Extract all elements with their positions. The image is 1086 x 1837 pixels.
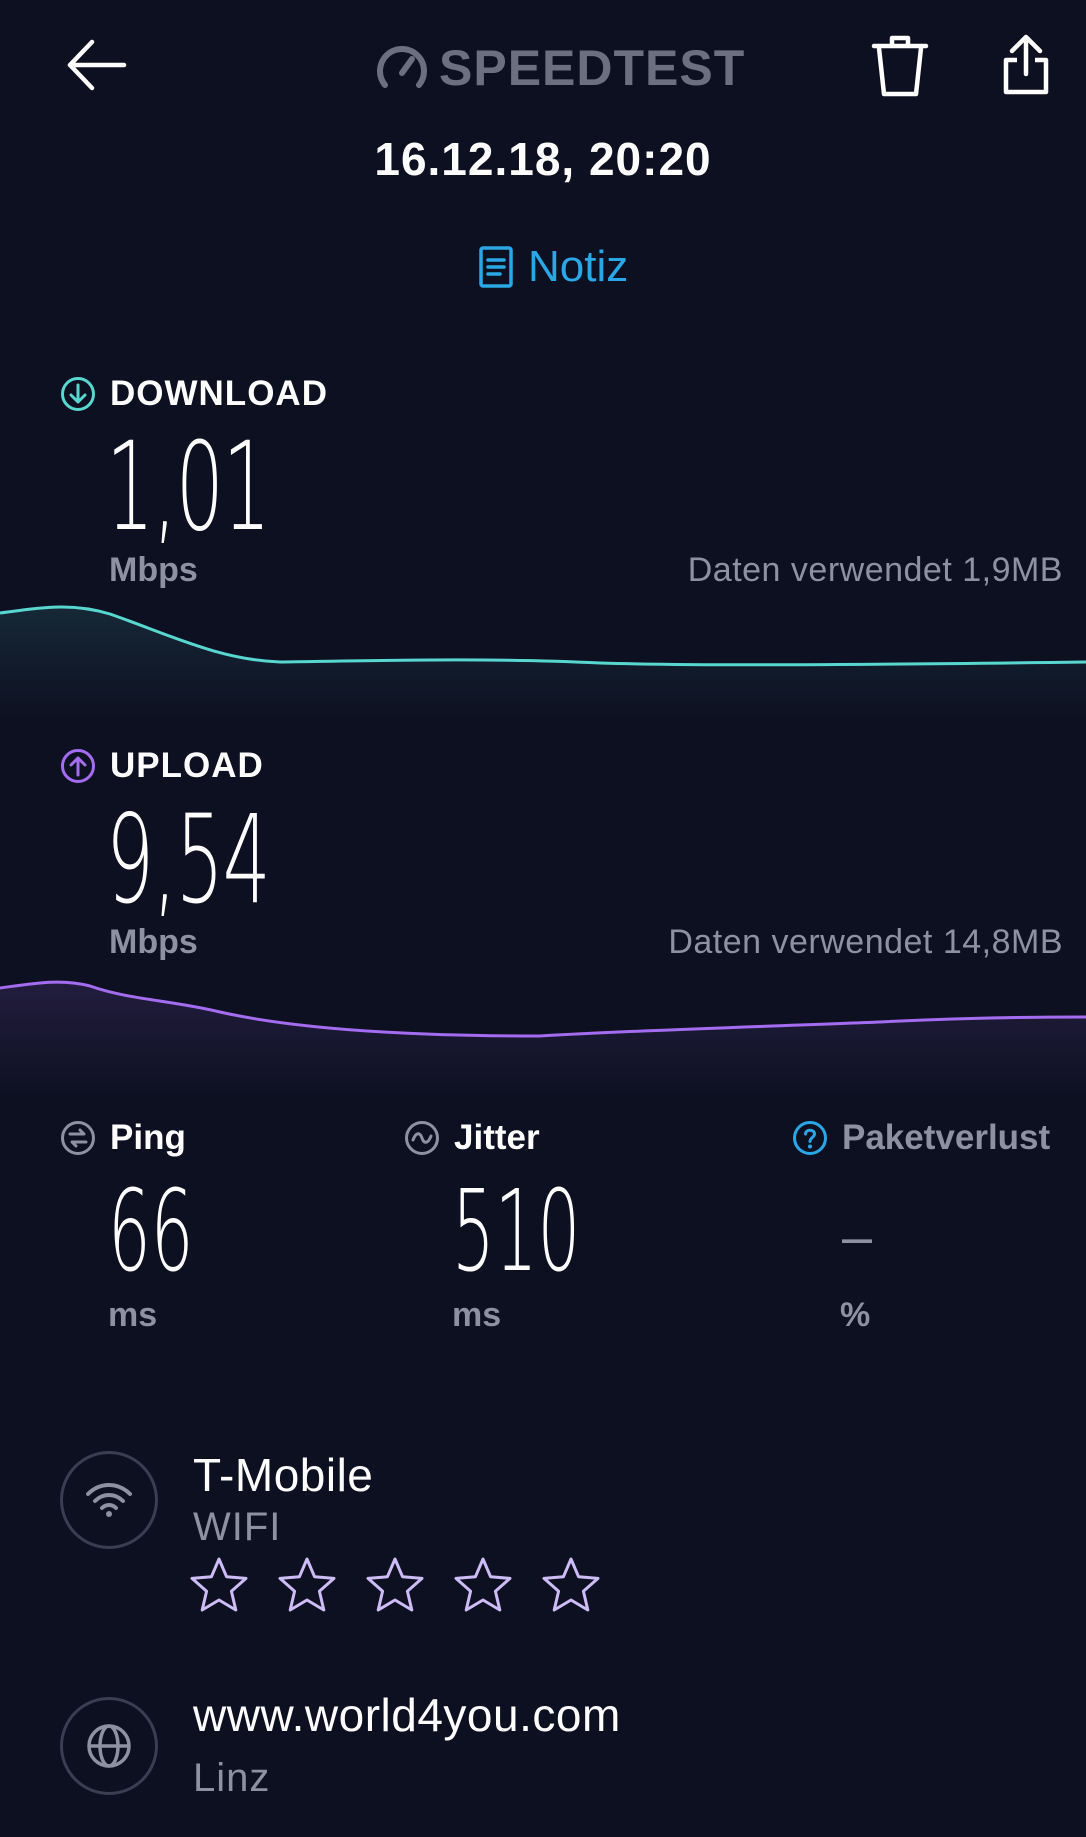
connection-type: WIFI [193, 1505, 282, 1549]
download-label: DOWNLOAD [110, 374, 328, 413]
note-icon [478, 245, 514, 289]
jitter-icon [404, 1120, 440, 1156]
star-icon[interactable] [452, 1555, 514, 1615]
wifi-icon [84, 1480, 134, 1520]
provider-name: T-Mobile [193, 1449, 374, 1501]
help-icon[interactable] [792, 1120, 828, 1156]
packet-loss-value: – [842, 1207, 873, 1267]
jitter-label: Jitter [454, 1118, 540, 1157]
download-arrow-icon [60, 376, 96, 412]
note-label: Notiz [528, 242, 629, 291]
ping-unit: ms [108, 1296, 158, 1334]
star-icon[interactable] [276, 1555, 338, 1615]
packet-loss-header[interactable]: Paketverlust [792, 1118, 1050, 1158]
download-value: 1,01 [106, 416, 271, 558]
star-icon[interactable] [188, 1555, 250, 1615]
ping-value: 66 [108, 1167, 194, 1297]
trash-icon[interactable] [870, 34, 930, 100]
upload-graph [0, 960, 1086, 1100]
ping-label: Ping [110, 1118, 186, 1157]
back-arrow-icon[interactable] [62, 30, 132, 100]
star-icon[interactable] [540, 1555, 602, 1615]
note-button[interactable]: Notiz [478, 240, 628, 294]
upload-label: UPLOAD [110, 746, 264, 785]
upload-arrow-icon [60, 748, 96, 784]
server-city: Linz [193, 1756, 271, 1800]
packet-loss-unit: % [840, 1296, 871, 1334]
upload-unit: Mbps [109, 923, 198, 961]
server-host: www.world4you.com [193, 1689, 621, 1741]
upload-value: 9,54 [106, 789, 271, 931]
share-icon[interactable] [1002, 34, 1050, 96]
jitter-value: 510 [452, 1167, 581, 1297]
ping-header: Ping [60, 1118, 186, 1158]
upload-header: UPLOAD [60, 746, 264, 786]
speedometer-icon [375, 41, 429, 95]
download-graph [0, 580, 1086, 720]
brand-name: SPEEDTEST [439, 40, 746, 96]
test-datetime: 16.12.18, 20:20 [374, 133, 712, 185]
wifi-icon-circle [60, 1451, 158, 1549]
jitter-unit: ms [452, 1296, 502, 1334]
star-icon[interactable] [364, 1555, 426, 1615]
rating-stars[interactable] [188, 1555, 602, 1615]
upload-data-used: Daten verwendet 14,8MB [668, 923, 1063, 961]
packet-loss-label: Paketverlust [842, 1118, 1051, 1157]
speedtest-logo: SPEEDTEST [375, 38, 745, 98]
jitter-header: Jitter [404, 1118, 540, 1158]
globe-icon-circle [60, 1697, 158, 1795]
download-header: DOWNLOAD [60, 374, 328, 414]
globe-icon [85, 1722, 133, 1770]
ping-icon [60, 1120, 96, 1156]
